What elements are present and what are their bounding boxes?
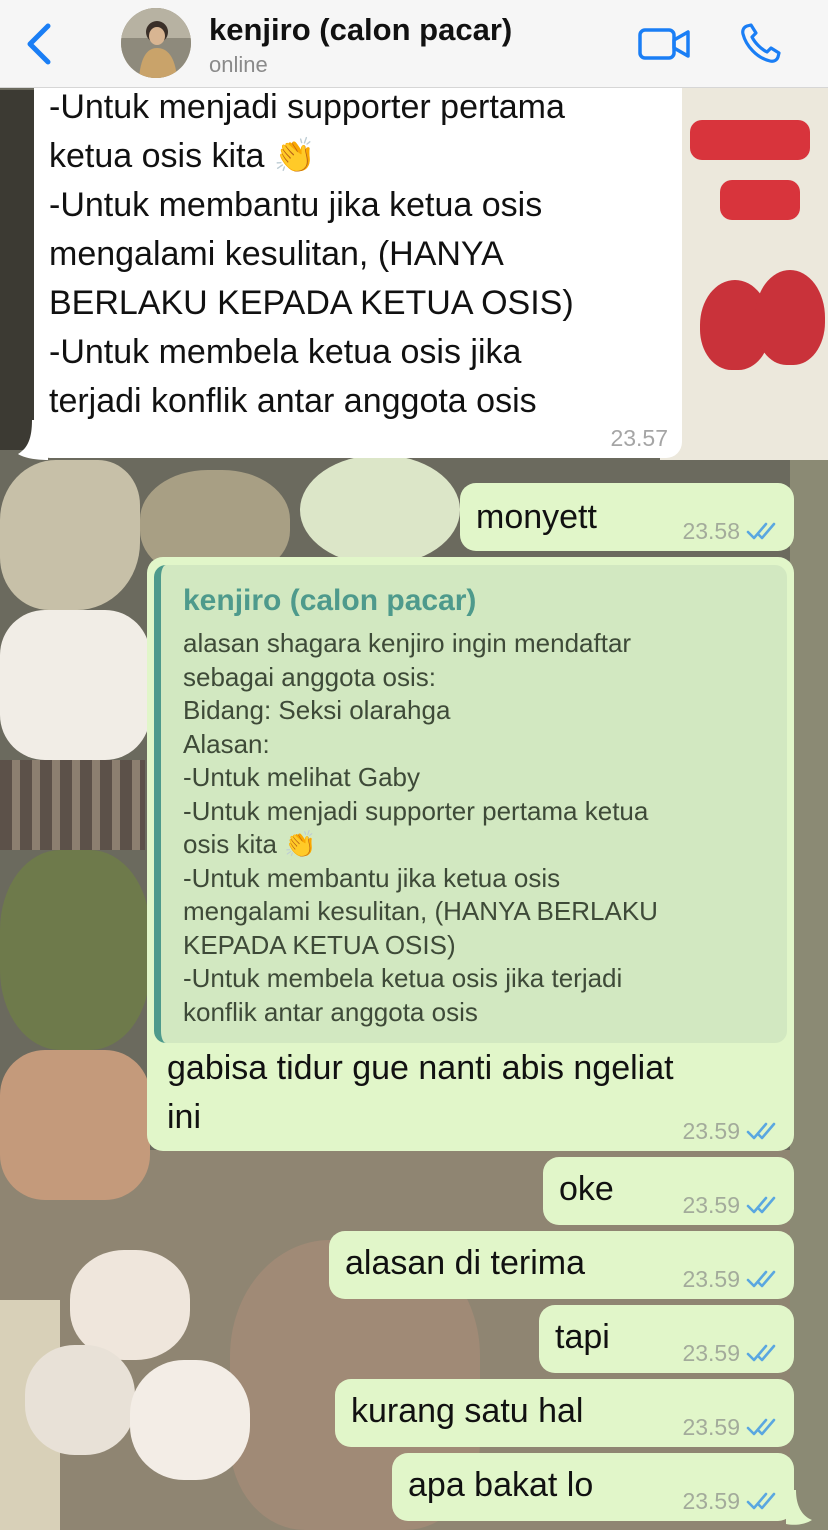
message-text: -Untuk menjadi supporter pertama ketua o… <box>49 88 574 420</box>
avatar[interactable] <box>121 8 191 78</box>
message-time: 23.59 <box>682 1266 740 1292</box>
message-bubble-outgoing[interactable]: oke 23.59 <box>543 1157 794 1225</box>
wallpaper-red-lettering <box>690 120 810 160</box>
message-bubble-outgoing[interactable]: alasan di terima 23.59 <box>329 1231 794 1299</box>
message-meta: 23.59 <box>682 1415 780 1439</box>
wallpaper-cartoon-cat <box>0 610 150 760</box>
chevron-left-icon[interactable] <box>20 20 60 68</box>
wallpaper-right-strip <box>790 460 828 1530</box>
double-check-icon <box>746 1492 776 1510</box>
message-meta: 23.59 <box>682 1341 780 1365</box>
message-time: 23.59 <box>682 1192 740 1218</box>
outgoing-bubble-tail <box>786 1490 812 1525</box>
message-meta: 23.59 <box>682 1193 780 1217</box>
message-text: oke <box>559 1170 614 1208</box>
double-check-icon <box>746 522 776 540</box>
wallpaper-hand <box>0 1050 150 1200</box>
message-meta: 23.59 <box>682 1489 780 1513</box>
message-text: kurang satu hal <box>351 1392 584 1430</box>
wallpaper-red-lettering <box>720 180 800 220</box>
contact-name[interactable]: kenjiro (calon pacar) <box>209 12 512 48</box>
double-check-icon <box>746 1270 776 1288</box>
strawberry-icon <box>755 270 825 365</box>
wallpaper-tote-bag <box>660 80 828 460</box>
message-bubble-outgoing[interactable]: kurang satu hal 23.59 <box>335 1379 794 1447</box>
message-bubble-outgoing[interactable]: apa bakat lo 23.59 <box>392 1453 794 1521</box>
wallpaper-kitten-plush <box>70 1250 190 1360</box>
message-time: 23.57 <box>610 425 668 451</box>
wallpaper-star-plush <box>300 455 460 565</box>
quoted-text: alasan shagara kenjiro ingin mendaftar s… <box>183 628 658 1027</box>
message-text: monyett <box>476 498 597 536</box>
message-bubble-incoming[interactable]: -Untuk menjadi supporter pertama ketua o… <box>34 60 682 458</box>
quoted-author: kenjiro (calon pacar) <box>183 584 477 617</box>
double-check-icon <box>746 1122 776 1140</box>
message-text: alasan di terima <box>345 1244 586 1282</box>
phone-icon[interactable] <box>738 22 782 66</box>
wallpaper-sushi <box>0 460 140 610</box>
message-time: 23.59 <box>682 1414 740 1440</box>
message-bubble-reply[interactable]: kenjiro (calon pacar) alasan shagara ken… <box>147 557 794 1151</box>
wallpaper-plaid <box>0 760 145 850</box>
message-time: 23.59 <box>682 1118 740 1144</box>
message-meta: 23.58 <box>682 519 780 543</box>
avatar-image <box>121 8 191 78</box>
wallpaper-kitten-plush <box>25 1345 135 1455</box>
double-check-icon <box>746 1418 776 1436</box>
quoted-message[interactable]: kenjiro (calon pacar) alasan shagara ken… <box>154 565 787 1043</box>
message-time: 23.59 <box>682 1488 740 1514</box>
double-check-icon <box>746 1196 776 1214</box>
message-time: 23.59 <box>682 1340 740 1366</box>
double-check-icon <box>746 1344 776 1362</box>
message-meta: 23.59 <box>682 1267 780 1291</box>
message-text: apa bakat lo <box>408 1466 594 1504</box>
message-meta: 23.59 <box>682 1119 780 1143</box>
message-time: 23.58 <box>682 518 740 544</box>
contact-status: online <box>209 52 268 77</box>
video-camera-icon[interactable] <box>636 24 692 64</box>
chat-header: kenjiro (calon pacar) online <box>0 0 828 88</box>
message-text: tapi <box>555 1318 610 1356</box>
message-bubble-outgoing[interactable]: tapi 23.59 <box>539 1305 794 1373</box>
message-bubble-outgoing[interactable]: monyett 23.58 <box>460 483 794 551</box>
wallpaper-dinosaur-plush <box>0 850 150 1050</box>
wallpaper-kitten-plush <box>130 1360 250 1480</box>
